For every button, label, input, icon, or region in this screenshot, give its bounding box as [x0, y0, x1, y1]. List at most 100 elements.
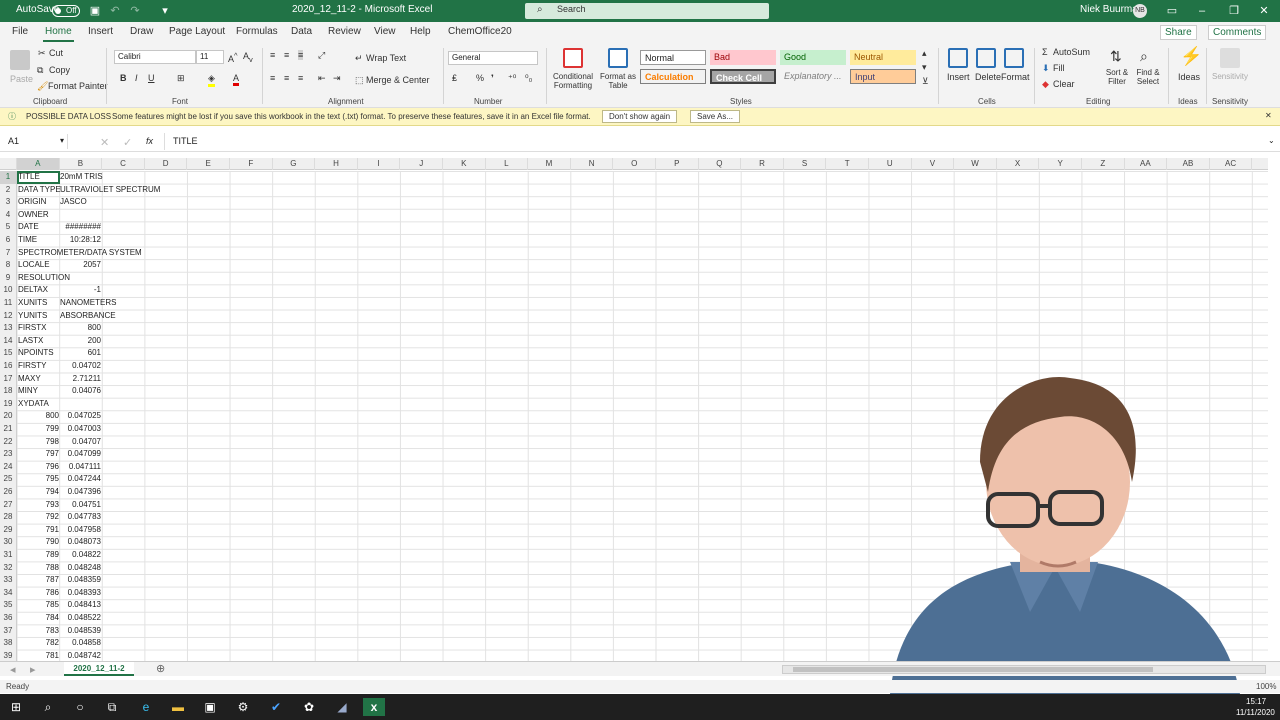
align-right-icon[interactable]: ≡ — [298, 73, 303, 83]
column-header-A[interactable]: A — [17, 158, 60, 170]
column-header-S[interactable]: S — [784, 158, 827, 170]
file-explorer-icon[interactable]: ▬ — [169, 698, 187, 716]
row-header[interactable]: 24 — [0, 461, 16, 474]
cell-b[interactable]: 0.04822 — [59, 549, 101, 562]
windows-start-icon[interactable]: ⊞ — [7, 698, 25, 716]
ribbon-display-icon[interactable]: ▭ — [1163, 2, 1181, 20]
row-header[interactable]: 4 — [0, 209, 16, 222]
format-as-table-icon[interactable] — [608, 48, 628, 68]
excel-taskbar-icon[interactable]: x — [363, 698, 385, 716]
column-header-I[interactable]: I — [358, 158, 401, 170]
find-select-button[interactable]: Find & Select — [1131, 68, 1165, 86]
tab-insert[interactable]: Insert — [88, 26, 113, 37]
format-cells-icon[interactable] — [1004, 48, 1024, 68]
cell-b[interactable]: 0.047099 — [59, 448, 101, 461]
dont-show-again-button[interactable]: Don't show again — [602, 110, 678, 123]
comments-button[interactable]: Comments — [1208, 25, 1267, 40]
restore-icon[interactable]: ❐ — [1225, 2, 1243, 20]
cell-a[interactable]: ORIGIN — [18, 196, 46, 209]
row-header[interactable]: 31 — [0, 549, 16, 562]
row-header[interactable]: 5 — [0, 221, 16, 234]
task-view-icon[interactable]: ⧉ — [103, 698, 121, 716]
delete-cells-button[interactable]: Delete — [975, 72, 1001, 82]
column-header-O[interactable]: O — [613, 158, 656, 170]
cell-b[interactable]: 0.04702 — [59, 360, 101, 373]
cell-a[interactable]: 791 — [17, 524, 59, 537]
cell-a[interactable]: MINY — [18, 385, 38, 398]
cell-a[interactable]: 789 — [17, 549, 59, 562]
edge-icon[interactable]: e — [137, 698, 155, 716]
styles-scroll-down-icon[interactable]: ▾ — [922, 62, 927, 73]
column-header-M[interactable]: M — [528, 158, 571, 170]
cell-a[interactable]: 796 — [17, 461, 59, 474]
horizontal-scrollbar[interactable] — [782, 665, 1266, 674]
column-header-H[interactable]: H — [315, 158, 358, 170]
align-middle-icon[interactable]: ≡ — [284, 50, 289, 60]
cell-a[interactable]: 782 — [17, 637, 59, 650]
font-size-combo[interactable]: 11 — [196, 50, 224, 64]
row-header[interactable]: 12 — [0, 310, 16, 323]
align-center-icon[interactable]: ≡ — [284, 73, 289, 83]
ideas-icon[interactable]: ⚡ — [1180, 46, 1202, 67]
cancel-entry-icon[interactable]: ✕ — [100, 136, 109, 149]
cell-a[interactable]: 799 — [17, 423, 59, 436]
app-icon[interactable]: ✿ — [300, 698, 318, 716]
row-header[interactable]: 37 — [0, 625, 16, 638]
cell-b[interactable]: 10:28:12 — [59, 234, 101, 247]
clear-button[interactable]: Clear — [1053, 79, 1075, 89]
cell-a[interactable]: 788 — [17, 562, 59, 575]
cell-b[interactable]: 0.048413 — [59, 599, 101, 612]
column-header-N[interactable]: N — [571, 158, 614, 170]
column-header-Z[interactable]: Z — [1082, 158, 1125, 170]
cell-b[interactable]: 0.048248 — [59, 562, 101, 575]
row-header[interactable]: 16 — [0, 360, 16, 373]
wrap-text-icon[interactable]: ↵ — [355, 53, 363, 64]
cut-button[interactable]: Cut — [49, 48, 63, 58]
cell-b[interactable]: ULTRAVIOLET SPECTRUM — [60, 184, 160, 197]
row-header[interactable]: 27 — [0, 499, 16, 512]
copy-button[interactable]: Copy — [49, 65, 70, 75]
row-header[interactable]: 29 — [0, 524, 16, 537]
autosum-button[interactable]: AutoSum — [1053, 47, 1090, 57]
underline-icon[interactable]: U — [148, 73, 155, 83]
row-header[interactable]: 22 — [0, 436, 16, 449]
shrink-font-icon[interactable]: Av — [243, 51, 253, 64]
save-icon[interactable]: ▣ — [86, 2, 104, 20]
cell-a[interactable]: 792 — [17, 511, 59, 524]
row-header[interactable]: 9 — [0, 272, 16, 285]
sensitivity-icon[interactable] — [1220, 48, 1240, 68]
cell-a[interactable]: 787 — [17, 574, 59, 587]
column-header-E[interactable]: E — [187, 158, 230, 170]
cut-icon[interactable]: ✂ — [38, 48, 46, 59]
cell-b[interactable]: 0.047111 — [59, 461, 101, 474]
column-header-V[interactable]: V — [912, 158, 955, 170]
decrease-decimal-icon[interactable]: ⁰₀ — [525, 73, 532, 84]
format-as-table-button[interactable]: Format as Table — [598, 72, 638, 90]
row-header[interactable]: 21 — [0, 423, 16, 436]
cell-b[interactable]: 0.047958 — [59, 524, 101, 537]
column-header-J[interactable]: J — [400, 158, 443, 170]
row-header[interactable]: 3 — [0, 196, 16, 209]
row-header[interactable]: 20 — [0, 410, 16, 423]
paste-icon[interactable] — [10, 50, 30, 70]
number-format-combo[interactable]: General — [448, 51, 538, 65]
search-box[interactable]: ⌕ Search — [525, 3, 769, 19]
column-header-Y[interactable]: Y — [1039, 158, 1082, 170]
cell-a[interactable]: 790 — [17, 536, 59, 549]
cell-a[interactable]: 794 — [17, 486, 59, 499]
paste-button[interactable]: Paste — [10, 74, 33, 84]
cell-a[interactable]: LOCALE — [18, 259, 50, 272]
formula-input[interactable]: TITLE — [164, 133, 1264, 150]
font-name-combo[interactable]: Calibri — [114, 50, 196, 64]
fill-color-icon[interactable]: ◈ — [208, 73, 215, 87]
style-input[interactable]: Input — [850, 69, 916, 84]
confirm-entry-icon[interactable]: ✓ — [123, 136, 132, 149]
tab-draw[interactable]: Draw — [130, 26, 153, 37]
column-header-L[interactable]: L — [486, 158, 529, 170]
cell-a[interactable]: FIRSTY — [18, 360, 46, 373]
autosum-icon[interactable]: Σ — [1042, 47, 1048, 57]
format-cells-button[interactable]: Format — [1001, 72, 1030, 82]
notes-icon[interactable]: ◢ — [333, 698, 351, 716]
save-as-button[interactable]: Save As... — [690, 110, 741, 123]
cell-a[interactable]: DATA TYPE — [18, 184, 61, 197]
